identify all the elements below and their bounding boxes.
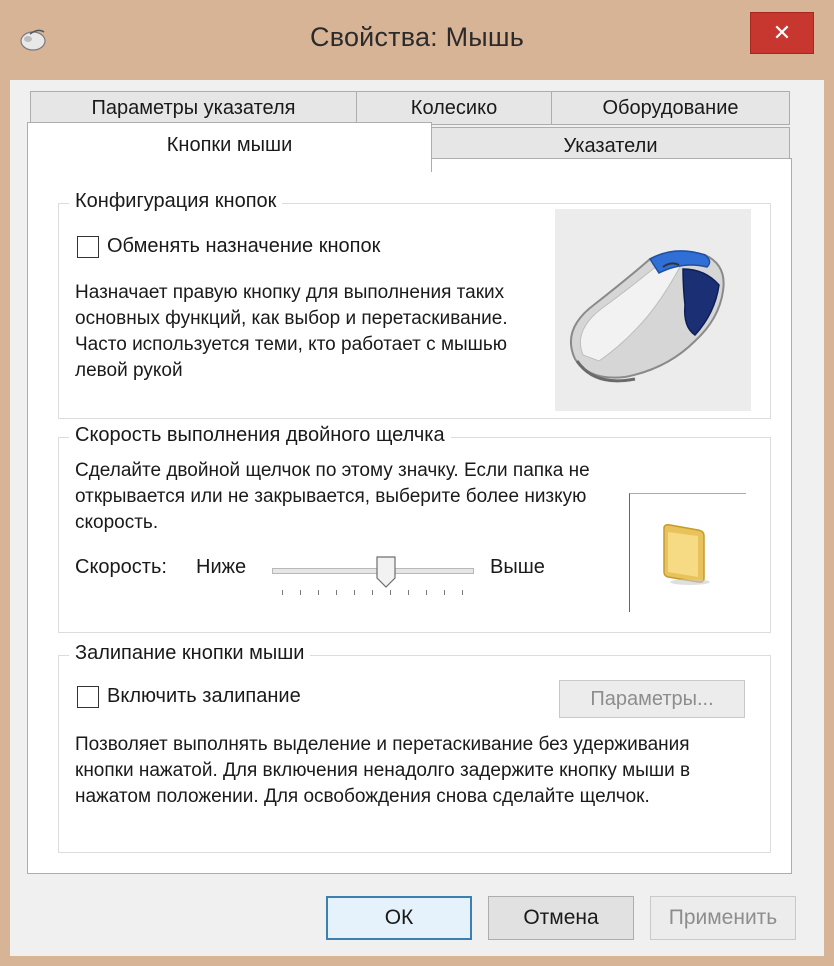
- test-area[interactable]: [629, 493, 746, 612]
- tab-wheel[interactable]: Колесико: [356, 91, 552, 125]
- tab-pointer-options[interactable]: Параметры указателя: [30, 91, 357, 125]
- slider-tick: [282, 590, 283, 595]
- tab-hardware[interactable]: Оборудование: [551, 91, 790, 125]
- slider-tick: [354, 590, 355, 595]
- title-bar[interactable]: Свойства: Мышь ✕: [0, 0, 834, 70]
- slider-tick: [408, 590, 409, 595]
- click-lock-settings-button[interactable]: Параметры...: [559, 680, 745, 718]
- tab-label: Указатели: [563, 135, 658, 157]
- slider-tick: [300, 590, 301, 595]
- speed-label: Скорость:: [75, 556, 167, 578]
- click-lock-group: Залипание кнопки мыши Включить залипание…: [58, 642, 771, 853]
- button-config-group: Конфигурация кнопок Обменять назначение …: [58, 190, 771, 419]
- slider-tick: [336, 590, 337, 595]
- slider-tick: [444, 590, 445, 595]
- group-title: Конфигурация кнопок: [69, 190, 283, 213]
- slider-thumb[interactable]: [376, 556, 396, 588]
- dialog-window: Свойства: Мышь ✕ Параметры указателя Кол…: [0, 0, 834, 966]
- slider-tick: [426, 590, 427, 595]
- close-icon: ✕: [772, 20, 792, 46]
- slider-tick: [318, 590, 319, 595]
- tab-panel: Конфигурация кнопок Обменять назначение …: [27, 158, 792, 874]
- apply-button[interactable]: Применить: [650, 896, 796, 940]
- speed-slider[interactable]: [272, 554, 474, 595]
- speed-low-label: Ниже: [196, 556, 247, 578]
- tab-label: Параметры указателя: [91, 97, 296, 119]
- group-title: Залипание кнопки мыши: [69, 642, 311, 665]
- slider-tick: [372, 590, 373, 595]
- tab-pointers[interactable]: Указатели: [431, 127, 790, 162]
- slider-track: [272, 568, 474, 574]
- swap-buttons-description: Назначает правую кнопку для выполнения т…: [75, 282, 508, 381]
- group-title: Скорость выполнения двойного щелчка: [69, 424, 451, 447]
- double-click-group: Скорость выполнения двойного щелчка Сдел…: [58, 424, 771, 633]
- window-title: Свойства: Мышь: [310, 22, 524, 52]
- mouse-image: [555, 209, 751, 411]
- swap-buttons-checkbox[interactable]: [77, 236, 99, 258]
- slider-tick: [462, 590, 463, 595]
- mouse-icon: [570, 250, 725, 383]
- click-lock-label[interactable]: Включить залипание: [107, 685, 301, 708]
- tab-label: Кнопки мыши: [166, 134, 293, 156]
- folder-icon[interactable]: [658, 522, 714, 586]
- cancel-button[interactable]: Отмена: [488, 896, 634, 940]
- close-button[interactable]: ✕: [750, 12, 814, 54]
- tab-buttons[interactable]: Кнопки мыши: [27, 122, 432, 172]
- tab-label: Оборудование: [602, 97, 739, 119]
- click-lock-description: Позволяет выполнять выделение и перетаск…: [75, 734, 691, 807]
- speed-high-label: Выше: [490, 556, 545, 578]
- ok-button[interactable]: ОК: [326, 896, 472, 940]
- tab-label: Колесико: [410, 97, 498, 119]
- double-click-description: Сделайте двойной щелчок по этому значку.…: [75, 460, 590, 533]
- slider-tick: [390, 590, 391, 595]
- swap-buttons-label[interactable]: Обменять назначение кнопок: [107, 235, 380, 258]
- click-lock-checkbox[interactable]: [77, 686, 99, 708]
